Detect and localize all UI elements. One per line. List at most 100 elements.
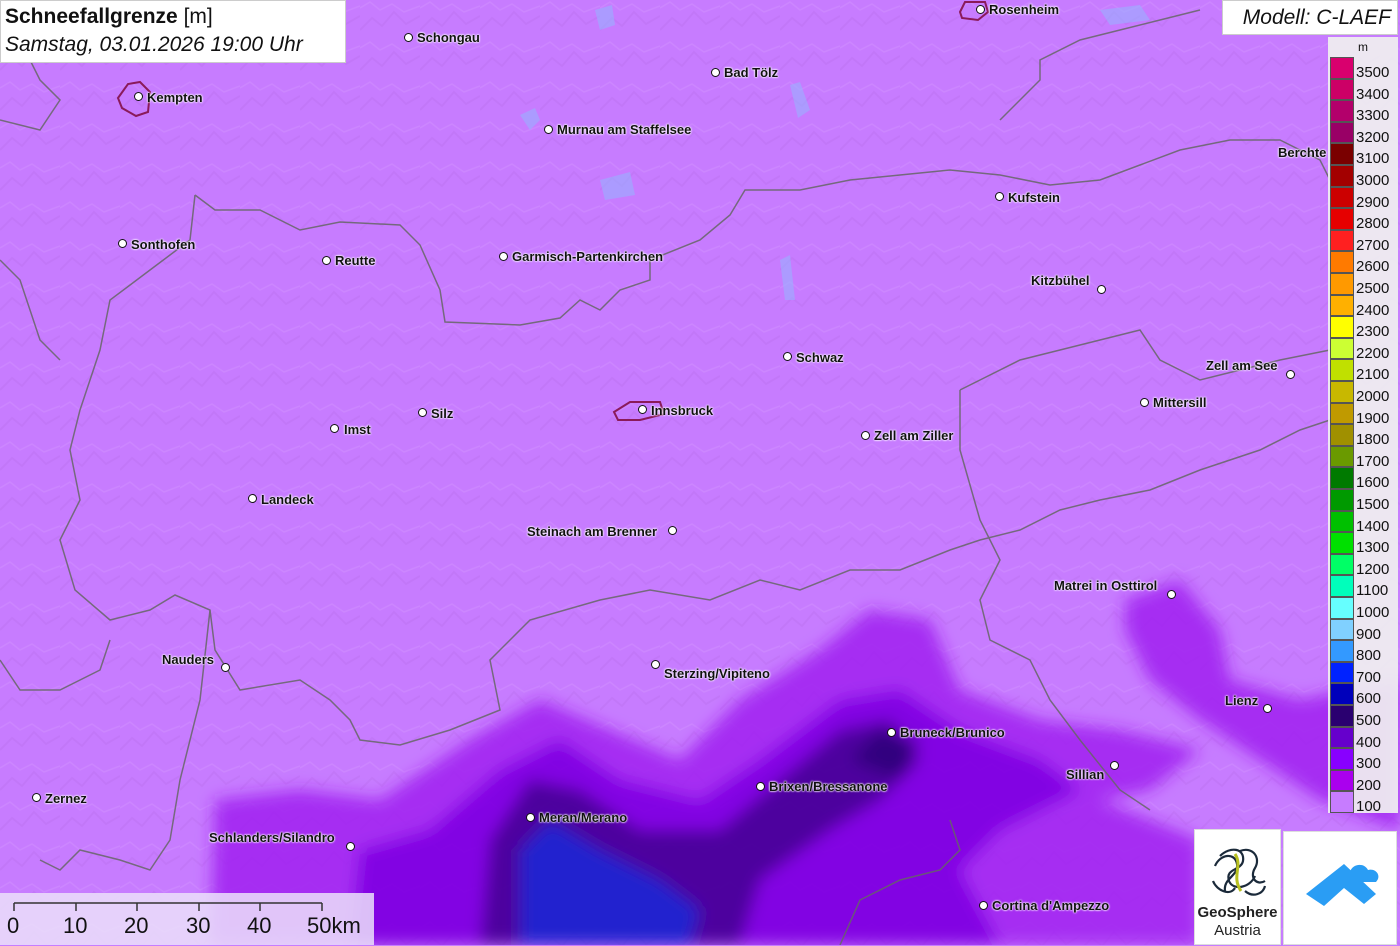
legend-swatch <box>1330 229 1354 252</box>
legend-item: 500 <box>1329 705 1398 729</box>
legend-swatch <box>1330 57 1354 79</box>
city-dot <box>526 813 535 822</box>
legend-item: 2000 <box>1329 381 1398 405</box>
city-label-zernez: Zernez <box>45 791 87 806</box>
city-label-nauders: Nauders <box>162 652 215 667</box>
legend-swatch <box>1330 575 1354 597</box>
legend-item: 800 <box>1329 640 1398 664</box>
legend-item: 200 <box>1329 769 1398 794</box>
legend-item: 100 <box>1329 791 1398 816</box>
legend-item: 1400 <box>1329 510 1398 535</box>
city-dot <box>1286 370 1295 379</box>
legend-swatch <box>1330 121 1354 144</box>
city-label-landeck: Landeck <box>261 492 314 507</box>
legend-swatch <box>1330 489 1354 511</box>
city-dot <box>499 252 508 261</box>
legend-item: 1800 <box>1329 424 1398 448</box>
legend-item: 2700 <box>1329 229 1398 254</box>
title-unit: [m] <box>183 5 213 28</box>
city-label-zell-am-ziller: Zell am Ziller <box>874 428 954 443</box>
color-legend: m 3500 3400 3300 3200 3100 3000 2900 2800 2700 26… <box>1328 37 1398 816</box>
legend-swatch <box>1330 726 1354 749</box>
city-label-sonthofen: Sonthofen <box>131 237 196 252</box>
geosphere-name: GeoSphere <box>1197 904 1278 921</box>
city-dot <box>861 431 870 440</box>
city-dot <box>651 660 660 669</box>
legend-swatch <box>1330 445 1354 468</box>
city-dot <box>134 92 143 101</box>
legend-swatch <box>1330 143 1354 165</box>
geosphere-logo[interactable]: GeoSphere Austria <box>1194 829 1281 945</box>
legend-item: 3200 <box>1329 121 1398 146</box>
legend-swatch <box>1330 402 1354 425</box>
city-dot <box>1110 761 1119 770</box>
city-label-reutte: Reutte <box>335 253 376 268</box>
city-label-zell-am-see: Zell am See <box>1206 358 1278 373</box>
legend-swatch <box>1330 532 1354 554</box>
city-dot <box>418 408 427 417</box>
legend-item: 2900 <box>1329 186 1398 211</box>
legend-item: 1500 <box>1329 489 1398 513</box>
legend-item: 2500 <box>1329 273 1398 297</box>
legend-item: 3300 <box>1329 100 1398 124</box>
city-label-matrei: Matrei in Osttirol <box>1054 578 1158 593</box>
legend-swatch <box>1330 553 1354 576</box>
legend-item: 2300 <box>1329 316 1398 340</box>
legend-swatch <box>1330 705 1354 727</box>
legend-swatch <box>1330 359 1354 381</box>
legend-swatch <box>1330 640 1354 662</box>
weather-app-logo[interactable] <box>1283 831 1397 945</box>
forecast-datetime: Samstag, 03.01.2026 19:00 Uhr <box>5 33 303 56</box>
city-dot <box>221 663 230 672</box>
city-label-silz: Silz <box>431 406 454 421</box>
legend-item: 700 <box>1329 661 1398 686</box>
city-label-schlanders: Schlanders/Silandro <box>209 830 335 845</box>
city-dot <box>711 68 720 77</box>
scale-label: 0 <box>7 913 20 938</box>
legend-swatch <box>1330 337 1354 360</box>
legend-swatch <box>1330 165 1354 187</box>
legend-item: 1000 <box>1329 597 1398 621</box>
city-dot <box>404 33 413 42</box>
legend-label: 100 <box>1356 798 1382 816</box>
city-label-rosenheim: Rosenheim <box>989 2 1060 17</box>
geosphere-emblem-icon <box>1211 848 1267 896</box>
city-dot <box>995 192 1004 201</box>
scale-label: 30 <box>186 913 211 938</box>
city-dot <box>887 728 896 737</box>
city-dot <box>756 782 765 791</box>
city-label-bad-toelz: Bad Tölz <box>724 65 779 80</box>
city-label-kufstein: Kufstein <box>1008 190 1060 205</box>
city-label-kitzbuehel: Kitzbühel <box>1031 273 1090 288</box>
legend-swatch <box>1330 78 1354 101</box>
scale-label: 40 <box>247 913 272 938</box>
legend-item: 3100 <box>1329 143 1398 167</box>
legend-item: 300 <box>1329 748 1398 772</box>
city-label-bruneck: Bruneck/Brunico <box>900 725 1005 740</box>
legend-unit: m <box>1358 40 1368 54</box>
legend-item: 1200 <box>1329 553 1398 578</box>
scale-label: 20 <box>124 913 149 938</box>
city-label-garmisch: Garmisch-Partenkirchen <box>512 249 664 264</box>
cloud-arrow-icon <box>1306 864 1379 906</box>
city-dot <box>32 793 41 802</box>
legend-swatch <box>1330 748 1354 770</box>
legend-swatch <box>1330 186 1354 209</box>
city-dot <box>330 424 339 433</box>
scale-bar: 0 10 20 30 40 50km <box>0 893 374 945</box>
city-label-brixen: Brixen/Bressanone <box>769 779 888 794</box>
legend-swatch <box>1330 424 1354 446</box>
legend-item: 3400 <box>1329 78 1398 103</box>
city-dot <box>1167 590 1176 599</box>
city-dot <box>1263 704 1272 713</box>
city-label-cortina: Cortina d'Ampezzo <box>992 898 1110 913</box>
city-label-schongau: Schongau <box>417 30 480 45</box>
city-label-mittersill: Mittersill <box>1153 395 1207 410</box>
scale-label: 50km <box>307 913 361 938</box>
title-box: Schneefallgrenze [m] Samstag, 03.01.2026… <box>0 0 346 63</box>
city-label-meran: Meran/Merano <box>539 810 628 825</box>
city-label-innsbruck: Innsbruck <box>651 403 714 418</box>
city-label-sillian: Sillian <box>1066 767 1105 782</box>
city-dot <box>1097 285 1106 294</box>
legend-swatch <box>1330 100 1354 122</box>
